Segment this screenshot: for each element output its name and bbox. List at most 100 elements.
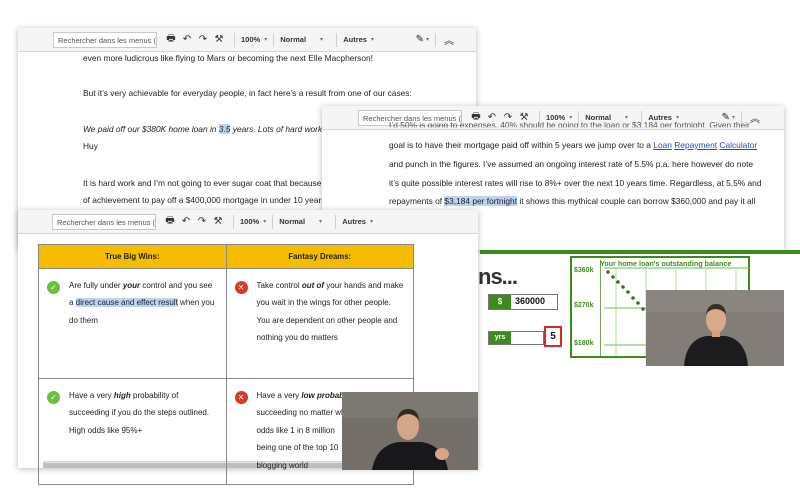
doc2-line-2: goal is to have their mortgage paid off … [389, 140, 757, 151]
style-value: Normal [279, 217, 306, 226]
paint-format-icon[interactable]: ⚒ [212, 33, 226, 47]
cell-text: control and you see [140, 281, 213, 290]
menu-search-input[interactable]: Rechercher dans les menus (A [53, 31, 157, 48]
redo-icon[interactable]: ↷ [195, 215, 209, 229]
webcam-video-bottom [342, 392, 478, 470]
years-input[interactable]: 5 [544, 326, 562, 347]
undo-icon[interactable]: ↶ [179, 215, 193, 229]
toolbar-divider [336, 32, 338, 47]
style-dropdown[interactable]: Normal ▾ [280, 35, 330, 44]
cell-text: do them [69, 315, 98, 325]
quote-highlight: 3.5 [218, 124, 231, 134]
cross-icon: ✕ [234, 391, 248, 404]
cell-emphasis: your [122, 281, 141, 290]
cell-content: ✕ Take control out of your hands and mak… [227, 269, 414, 347]
print-icon[interactable]: 🖶 [164, 33, 178, 47]
chevron-down-icon: ▾ [319, 219, 323, 225]
undo-icon[interactable]: ↶ [180, 33, 194, 47]
paint-format-icon[interactable]: ⚒ [211, 215, 225, 229]
print-icon[interactable]: 🖶 [163, 215, 177, 229]
cell-text: being one of the top 10 [256, 443, 339, 453]
table-cell: ✕ Take control out of your hands and mak… [225, 268, 414, 379]
more-value: Autres [343, 35, 367, 44]
cell-text: odds like 1 in 8 million [256, 425, 335, 435]
col-header-fantasy-dreams: Fantasy Dreams: [225, 244, 414, 269]
style-dropdown[interactable]: Normal ▾ [279, 217, 329, 226]
checkmark-icon: ✓ [47, 281, 60, 294]
currency-label: $ [489, 295, 511, 309]
chevron-down-icon: ▾ [569, 115, 573, 121]
checkmark-icon: ✓ [47, 391, 60, 404]
cell-emphasis: high [113, 391, 131, 400]
more-dropdown[interactable]: Autres ▾ [343, 35, 374, 44]
loan-amount-input[interactable]: 360000 [515, 296, 545, 306]
quote-text-end: years. Lots of hard work [230, 124, 323, 134]
zoom-dropdown[interactable]: 100% ▾ [241, 35, 267, 44]
cell-text: You are dependent on other people and [256, 315, 398, 325]
toolbar-divider [273, 32, 275, 47]
doc1-quote: We paid off our $380K home loan in 3.5 y… [83, 124, 322, 135]
cell-content: ✓ Have a very high probability of succee… [39, 379, 226, 439]
chevron-down-icon: ▾ [425, 37, 429, 43]
calculator-link[interactable]: Calculator [719, 140, 757, 150]
table-cell: ✓ Are fully under your control and you s… [38, 268, 227, 379]
cell-text: your hands and make [324, 281, 404, 290]
toolbar-divider [272, 214, 274, 229]
doc2-line-5-text-end: it shows this mythical couple can borrow… [517, 196, 756, 206]
doc1-line-1: even more ludicrous like flying to Mars … [83, 53, 374, 63]
presenter-figure [342, 392, 478, 470]
cell-text: nothing you do matters [256, 333, 338, 343]
doc1-line-2: But it’s very achievable for everyday pe… [83, 88, 412, 98]
zoom-value: 100% [241, 35, 261, 44]
doc1-line-huy: Huy [83, 141, 98, 151]
chevron-down-icon: ▾ [320, 37, 324, 43]
y-tick: $270k [574, 302, 594, 309]
collapse-toolbar-icon[interactable]: ︽ [748, 111, 762, 125]
chevron-down-icon: ▾ [625, 115, 629, 121]
chevron-down-icon: ▾ [369, 219, 373, 225]
toolbar-divider [335, 214, 337, 229]
zoom-value: 100% [240, 217, 260, 226]
collapse-toolbar-icon[interactable]: ︽ [442, 33, 456, 47]
pen-icon[interactable]: ✎ [416, 34, 424, 45]
more-dropdown[interactable]: Autres ▾ [342, 217, 373, 226]
cell-text: Are fully under [69, 281, 123, 290]
table-cell: ✓ Have a very high probability of succee… [38, 378, 227, 485]
years-row: yrs [488, 331, 544, 345]
doc-toolbar: Rechercher dans les menus (A 🖶 ↶ ↷ ⚒ 100… [18, 210, 478, 234]
cell-text: Have a very [256, 391, 302, 400]
cell-text: Have a very [69, 391, 114, 400]
doc2-line-2-text: goal is to have their mortgage paid off … [389, 140, 654, 150]
y-tick: $180k [574, 340, 594, 347]
cell-text: you wait in the wings for other people. [256, 298, 391, 308]
doc2-line-4: it’s quite possible interest rates will … [389, 178, 762, 188]
menu-search-input[interactable]: Rechercher dans les menus (A [52, 213, 156, 230]
cell-text: a [69, 298, 76, 308]
zoom-dropdown[interactable]: 100% ▾ [240, 217, 266, 226]
chevron-down-icon: ▾ [731, 115, 735, 121]
doc1-line-6: of achievement to pay off a $400,000 mor… [83, 195, 326, 205]
calculator-top-bar [480, 250, 800, 254]
cross-icon: ✕ [234, 281, 248, 294]
chevron-down-icon: ▾ [370, 37, 374, 43]
repayment-link[interactable]: Repayment [674, 140, 717, 150]
toolbar-divider [233, 214, 234, 229]
chevron-down-icon: ▾ [675, 115, 679, 121]
doc2-line-5: repayments of $3,184 per fortnight it sh… [389, 196, 755, 207]
loan-link[interactable]: Loan [653, 140, 672, 150]
doc2-line-5-text: repayments of [389, 196, 445, 206]
cell-text: Take control [256, 281, 302, 290]
presenter-figure [646, 290, 784, 366]
cell-text: blogging world [256, 460, 309, 470]
loan-amount-row: $ 360000 [488, 294, 558, 310]
cell-emphasis: out of [301, 281, 325, 290]
more-value: Autres [342, 217, 366, 226]
cell-text: when you [177, 298, 215, 308]
chevron-down-icon: ▾ [263, 219, 267, 225]
y-tick: $360k [574, 267, 594, 274]
calculator-heading: ns... [478, 264, 518, 289]
chevron-down-icon: ▾ [264, 37, 268, 43]
toolbar-divider [435, 32, 436, 47]
redo-icon[interactable]: ↷ [196, 33, 210, 47]
screen: Rechercher dans les menus (A 🖶 ↶ ↷ ⚒ 100… [0, 0, 800, 500]
